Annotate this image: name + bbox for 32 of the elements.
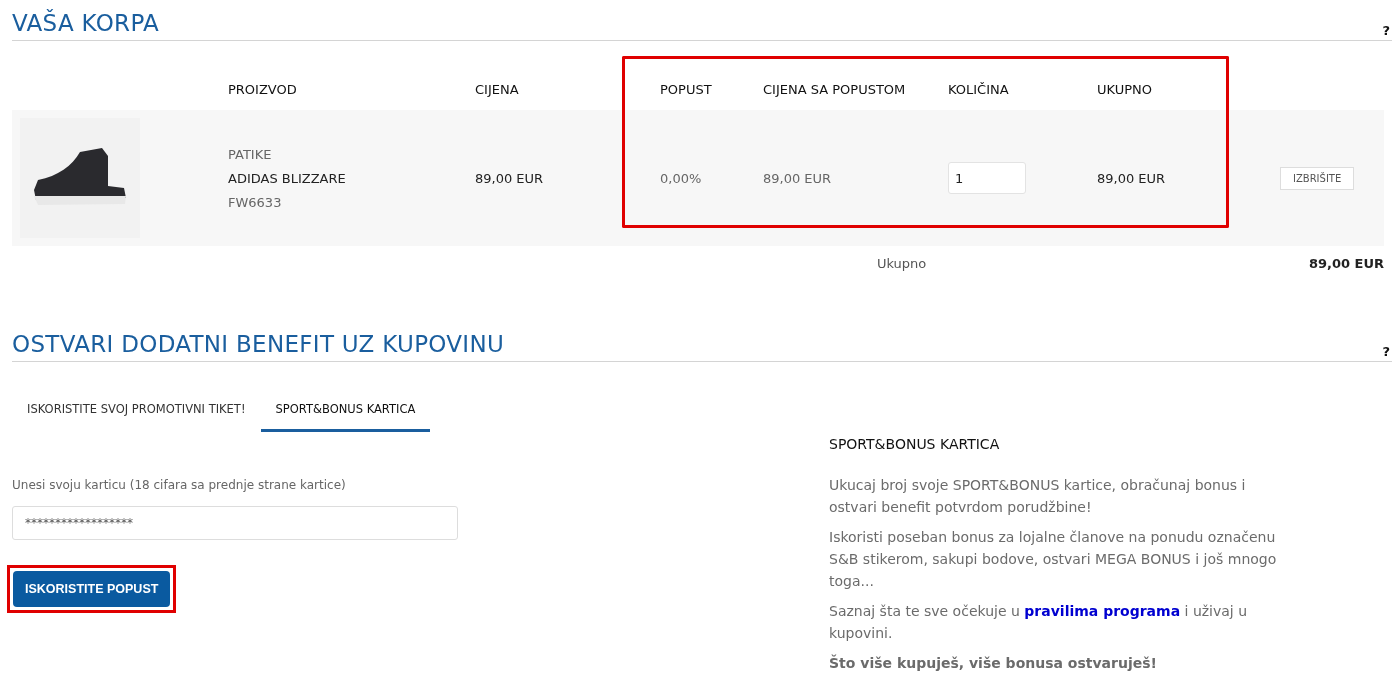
info-paragraph: Ukucaj broj svoje SPORT&BONUS kartice, obračunaj bonus i ostvari benefit potvrdom porudžbine! [829, 476, 1247, 517]
column-header: KOLIČINA [947, 80, 1010, 97]
info-title: SPORT&BONUS KARTICA [829, 436, 1001, 452]
column-header: CIJENA [474, 80, 520, 97]
column-header: CIJENA SA POPUSTOM [762, 80, 907, 97]
product-category: PATIKE [228, 146, 273, 162]
column-header: POPUST [659, 80, 713, 97]
total-cell-text: 89,00 EUR [1096, 170, 1167, 186]
total-label: Ukupno [876, 256, 928, 271]
discounted-price-cell-text: 89,00 EUR [762, 170, 833, 186]
help-link[interactable]: ? [1382, 23, 1390, 38]
column-header: PROIZVOD [228, 80, 298, 97]
quantity-field[interactable]: 1 [948, 162, 1026, 194]
product-name: ADIDAS BLIZZARE [228, 170, 347, 186]
product-code: FW6633 [228, 194, 283, 210]
card-number-field[interactable]: ****************** [12, 506, 458, 540]
apply-discount-button[interactable]: ISKORISTITE POPUST [13, 571, 171, 607]
column-header: UKUPNO [1096, 80, 1153, 97]
info-paragraph: Saznaj šta te sve očekuje u pravilima programa i uživaj u kupovini. [829, 602, 1249, 643]
help-link[interactable]: ? [1382, 344, 1390, 359]
tab[interactable]: ISKORISTITE SVOJ PROMOTIVNI TIKET! [12, 396, 261, 432]
section-title: OSTVARI DODATNI BENEFIT UZ KUPOVINU [12, 330, 505, 359]
cart-title: VAŠA KORPA [12, 8, 160, 38]
discount-cell-text: 0,00% [659, 170, 703, 186]
delete-button[interactable]: IZBRIŠITE [1280, 166, 1355, 190]
rules-link[interactable]: pravilima programa [1024, 603, 1181, 619]
price-cell-text: 89,00 EUR [474, 170, 545, 186]
info-paragraph: Iskoristi poseban bonus za lojalne članove na ponudu označenu S&B stikerom, sakupi bodove, ostvari MEGA BONUS i još mnogo toga... [829, 528, 1278, 591]
info-paragraph: Što više kupuješ, više bonusa ostvaruješ! [829, 653, 1158, 673]
total-value: 89,00 EUR [1308, 256, 1384, 271]
field-label: Unesi svoju karticu (18 cifara sa prednje strane kartice) [12, 478, 347, 492]
tab[interactable]: SPORT&BONUS KARTICA [260, 396, 431, 432]
